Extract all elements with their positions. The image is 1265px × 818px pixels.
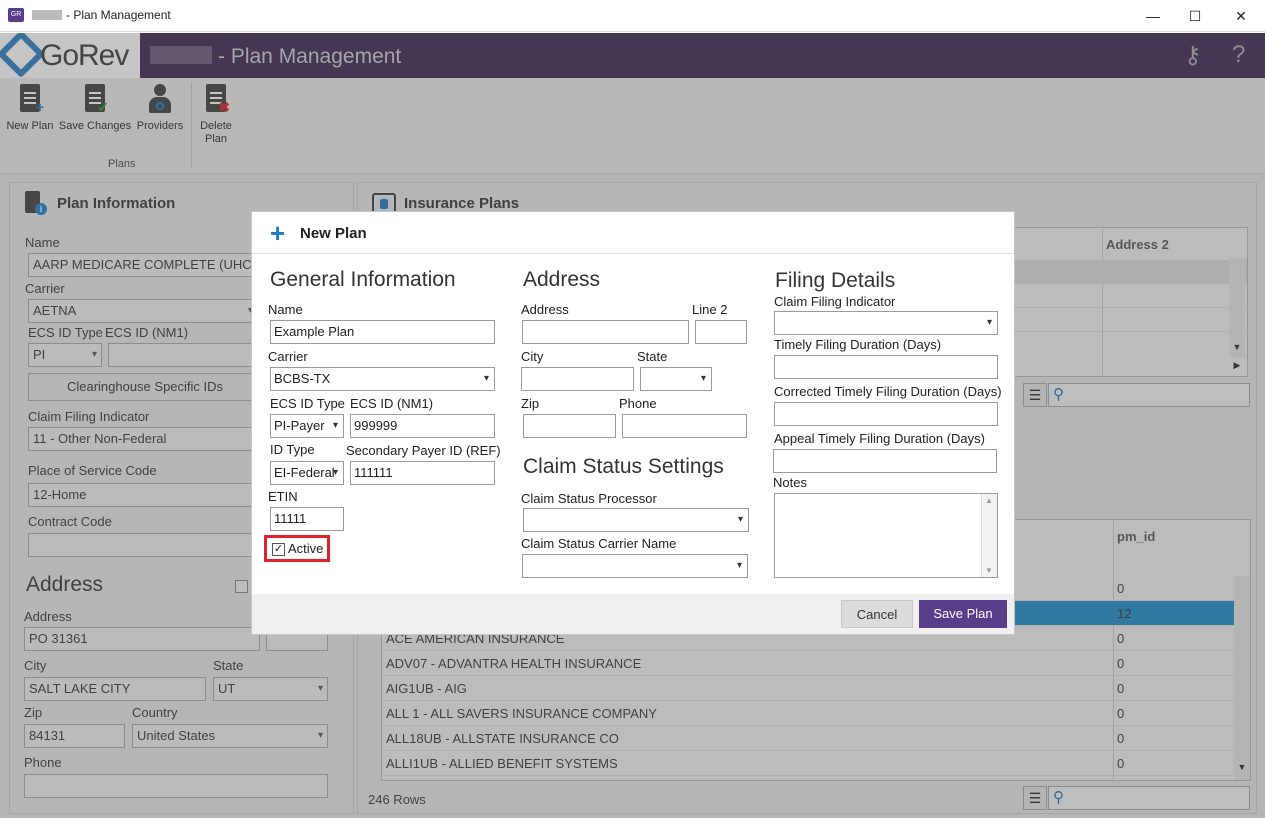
plus-icon: + <box>270 218 286 248</box>
new-plan-etin-input[interactable]: 11111 <box>270 507 344 531</box>
app-icon: GR <box>8 8 24 22</box>
address-section-title: Address <box>523 268 601 291</box>
redacted-name <box>32 10 62 20</box>
window-titlebar: GR - Plan Management — ☐ ✕ <box>0 0 1265 32</box>
new-plan-id-type-select[interactable]: EI-Federal <box>270 461 344 485</box>
appeal-filing-label: Appeal Timely Filing Duration (Days) <box>774 431 985 446</box>
save-plan-button[interactable]: Save Plan <box>919 600 1007 628</box>
notes-label: Notes <box>773 475 807 490</box>
secondary-payer-label: Secondary Payer ID (REF) <box>346 443 501 458</box>
etin-label: ETIN <box>268 489 298 504</box>
new-plan-ecs-id-input[interactable]: 999999 <box>350 414 495 438</box>
new-plan-phone-input[interactable] <box>622 414 747 438</box>
filing-details-title: Filing Details <box>775 269 896 292</box>
claim-filing-indicator-select[interactable] <box>774 311 998 335</box>
new-plan-ecs-type-select[interactable]: PI-Payer <box>270 414 344 438</box>
ecs-type-label: ECS ID Type <box>270 396 345 411</box>
new-plan-address-input[interactable] <box>522 320 689 344</box>
dialog-title: New Plan <box>300 225 367 242</box>
name-label: Name <box>268 302 303 317</box>
corrected-filing-label: Corrected Timely Filing Duration (Days) <box>774 384 1002 399</box>
id-type-label: ID Type <box>270 442 315 457</box>
cancel-button[interactable]: Cancel <box>841 600 913 628</box>
claim-status-carrier-label: Claim Status Carrier Name <box>521 536 677 551</box>
new-plan-name-input[interactable]: Example Plan <box>270 320 495 344</box>
active-checkbox[interactable]: ✓ <box>272 543 285 556</box>
scroll-up-icon[interactable]: ▲ <box>985 496 993 505</box>
corrected-filing-input[interactable] <box>774 402 998 426</box>
scroll-down-icon[interactable]: ▼ <box>985 566 993 575</box>
new-plan-zip-input[interactable] <box>523 414 616 438</box>
timely-filing-input[interactable] <box>774 355 998 379</box>
timely-filing-label: Timely Filing Duration (Days) <box>774 337 942 352</box>
new-plan-carrier-select[interactable]: BCBS-TX <box>270 367 495 391</box>
zip-label: Zip <box>521 396 540 411</box>
maximize-button[interactable]: ☐ <box>1175 4 1215 28</box>
dialog-footer: Cancel Save Plan <box>252 594 1014 634</box>
minimize-button[interactable]: — <box>1133 4 1173 28</box>
new-plan-city-input[interactable] <box>521 367 634 391</box>
line2-label: Line 2 <box>692 302 728 317</box>
dialog-header: + New Plan <box>252 212 1014 254</box>
general-info-title: General Information <box>270 268 456 291</box>
claim-status-processor-select[interactable] <box>523 508 749 532</box>
new-plan-secondary-payer-input[interactable]: 111111 <box>350 461 495 485</box>
appeal-filing-input[interactable] <box>773 449 997 473</box>
new-plan-state-select[interactable] <box>640 367 712 391</box>
claim-status-carrier-select[interactable] <box>522 554 748 578</box>
state-label: State <box>637 349 668 364</box>
claim-filing-indicator-label: Claim Filing Indicator <box>774 294 896 309</box>
ecs-id-label: ECS ID (NM1) <box>350 396 434 411</box>
new-plan-line2-input[interactable] <box>695 320 747 344</box>
phone-label: Phone <box>619 396 657 411</box>
close-button[interactable]: ✕ <box>1221 4 1261 28</box>
notes-scrollbar[interactable]: ▲ ▼ <box>981 494 997 577</box>
notes-textarea[interactable]: ▲ ▼ <box>774 493 998 578</box>
carrier-label: Carrier <box>268 349 308 364</box>
claim-status-title: Claim Status Settings <box>523 455 724 478</box>
active-checkbox-highlight: ✓ Active <box>264 535 330 562</box>
address-label: Address <box>521 302 569 317</box>
new-plan-dialog: + New Plan General Information Name Exam… <box>251 211 1015 635</box>
active-label: Active <box>288 541 324 556</box>
window-title: - Plan Management <box>66 8 171 22</box>
claim-status-processor-label: Claim Status Processor <box>521 491 657 506</box>
city-label: City <box>521 349 544 364</box>
